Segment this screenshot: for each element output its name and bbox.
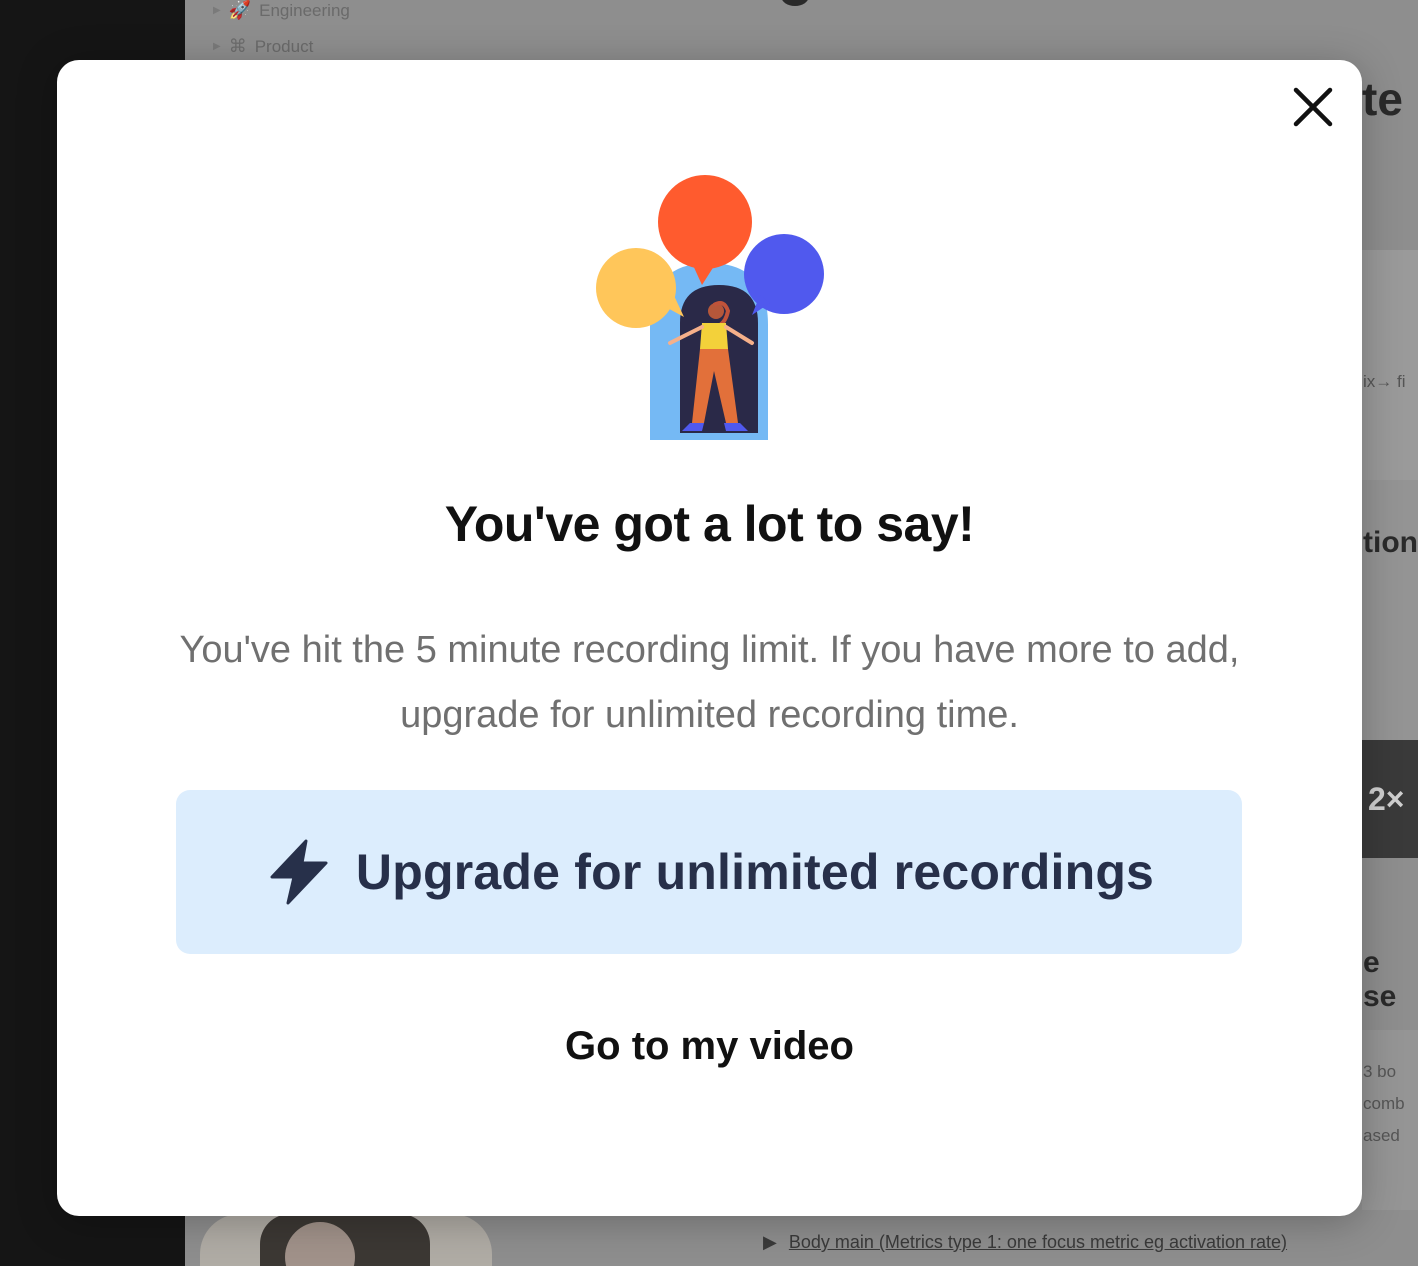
caret-right-icon: ▶ xyxy=(213,5,221,16)
bg-text: ix→ fi xyxy=(1363,372,1406,391)
network-icon: ⌘ xyxy=(228,36,247,56)
bg-heading: tion xyxy=(1363,526,1418,559)
upgrade-button-label: Upgrade for unlimited recordings xyxy=(355,844,1155,900)
bg-camera-bubble xyxy=(200,1214,492,1266)
bg-nav-label: Product xyxy=(254,36,314,56)
bg-nav-item-engineering: ▶ 🚀 Engineering xyxy=(213,0,350,21)
bg-link-text: Body main (Metrics type 1: one focus met… xyxy=(788,1232,1288,1252)
caret-right-icon: ▶ xyxy=(213,41,221,52)
bg-text: 3 bo xyxy=(1363,1062,1397,1081)
bg-heading: e se xyxy=(1363,946,1397,1013)
caret-right-icon: ▶ xyxy=(763,1232,777,1252)
bg-heading: te xyxy=(1362,73,1403,125)
bg-toggle-link: ▶ Body main (Metrics type 1: one focus m… xyxy=(763,1232,1287,1253)
close-button[interactable] xyxy=(1290,84,1336,130)
bg-nav-item-product: ▶ ⌘ Product xyxy=(213,36,313,57)
bg-avatar-dot xyxy=(781,0,809,6)
close-icon xyxy=(1293,87,1333,127)
bg-speed-button: 2× xyxy=(1362,740,1418,858)
bg-card xyxy=(1362,480,1418,750)
upgrade-button[interactable]: Upgrade for unlimited recordings xyxy=(176,790,1242,954)
bg-text: ased xyxy=(1363,1126,1400,1145)
bg-right-panel xyxy=(1362,60,1418,1220)
modal-description: You've hit the 5 minute recording limit.… xyxy=(179,629,1240,736)
bg-card xyxy=(1362,250,1418,485)
lightning-bolt-icon xyxy=(270,839,328,905)
upgrade-modal: You've got a lot to say! You've hit the … xyxy=(57,60,1362,1216)
go-to-video-link[interactable]: Go to my video xyxy=(57,1024,1362,1069)
person-with-speech-bubbles-illustration xyxy=(596,175,824,440)
bg-text: comb xyxy=(1363,1094,1405,1113)
modal-title: You've got a lot to say! xyxy=(444,496,975,552)
bg-nav-label: Engineering xyxy=(259,0,350,20)
rocket-icon: 🚀 xyxy=(228,0,252,20)
bg-card xyxy=(1362,1030,1418,1210)
